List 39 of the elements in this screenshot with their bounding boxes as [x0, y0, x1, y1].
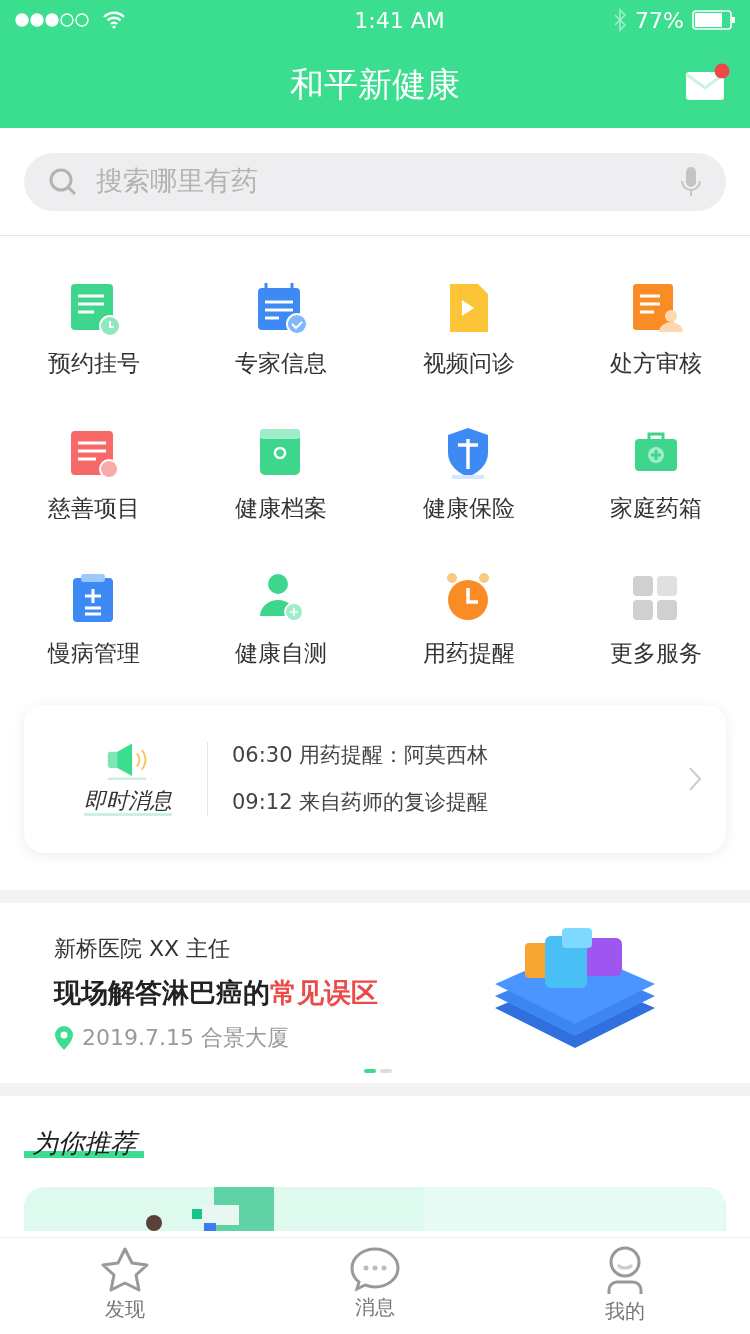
service-item[interactable]: 处方审核 [562, 256, 750, 401]
service-item[interactable]: 健康自测 [187, 546, 375, 691]
status-time: 1:41 AM [354, 6, 445, 35]
message-line: 06:30 用药提醒：阿莫西林 [232, 741, 490, 769]
battery-percent: 77% [635, 6, 684, 35]
search-bar[interactable]: 搜索哪里有药 [24, 152, 726, 211]
microphone-icon[interactable] [680, 165, 702, 198]
service-item[interactable]: 专家信息 [187, 256, 375, 401]
service-item[interactable]: 健康保险 [375, 401, 563, 546]
tab-item[interactable]: 发现 [0, 1246, 250, 1324]
banner-headline: 现场解答淋巴癌的常见误区 [54, 975, 379, 1010]
tab-item[interactable]: 我的 [500, 1246, 750, 1326]
location-pin-icon [54, 1024, 74, 1051]
chat-bubble-icon [349, 1246, 401, 1292]
service-item[interactable]: 慢病管理 [0, 546, 188, 691]
message-line: 09:12 来自药师的复诊提醒 [232, 789, 490, 816]
star-icon [99, 1246, 151, 1294]
service-item[interactable]: 预约挂号 [0, 256, 188, 401]
person-icon [605, 1246, 645, 1296]
chevron-right-icon [688, 766, 702, 792]
section-title: 为你推荐 [24, 1128, 144, 1158]
service-item[interactable]: 健康档案 [187, 401, 375, 546]
service-item[interactable]: 家庭药箱 [562, 401, 750, 546]
app-title: 和平新健康 [290, 62, 460, 106]
message-card[interactable]: 即时消息 06:30 用药提醒：阿莫西林 09:12 来自药师的复诊提醒 [24, 705, 726, 853]
message-title: 即时消息 [83, 788, 172, 816]
service-item[interactable]: 用药提醒 [375, 546, 563, 691]
wifi-icon [102, 11, 126, 29]
search-icon [48, 166, 78, 197]
service-item[interactable]: 更多服务 [562, 546, 750, 691]
search-input[interactable]: 搜索哪里有药 [94, 160, 664, 203]
banner-location: 2019.7.15 合景大厦 [82, 1024, 289, 1053]
banner-subtitle: 新桥医院 XX 主任 [54, 934, 232, 963]
tab-item[interactable]: 消息 [250, 1246, 500, 1322]
event-banner[interactable]: 新桥医院 XX 主任 现场解答淋巴癌的常见误区 2019.7.15 合景大厦 [0, 903, 750, 1083]
bluetooth-icon [613, 8, 628, 32]
service-item[interactable]: 视频问诊 [375, 256, 563, 401]
service-item[interactable]: 慈善项目 [0, 401, 188, 546]
battery-icon [692, 10, 736, 30]
